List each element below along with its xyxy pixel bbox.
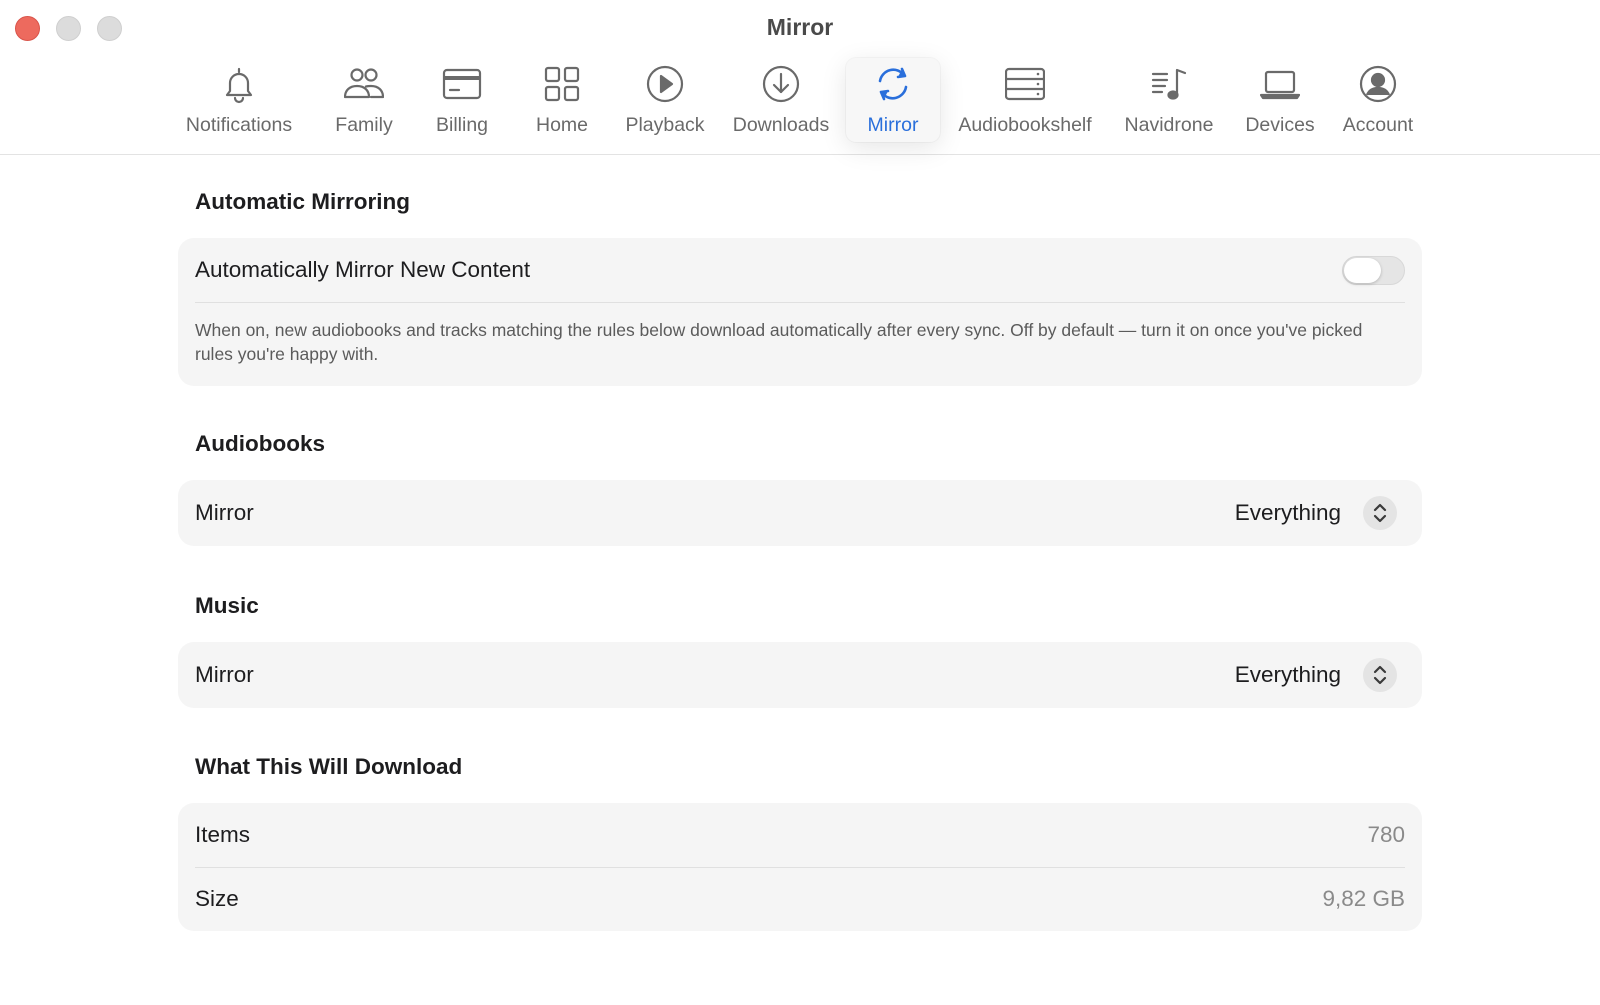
creditcard-icon — [442, 64, 482, 104]
tab-notifications[interactable]: Notifications — [180, 58, 298, 142]
automatic-mirroring-group: Automatically Mirror New Content When on… — [178, 238, 1422, 386]
music-list-icon — [1149, 64, 1189, 104]
server-rack-icon — [1005, 64, 1045, 104]
audiobooks-mirror-value: Everything — [1234, 500, 1341, 525]
tab-account[interactable]: Account — [1336, 58, 1420, 142]
tab-navidrone[interactable]: Navidrone — [1120, 58, 1218, 142]
tab-label: Account — [1342, 114, 1414, 136]
tab-label: Billing — [435, 114, 489, 136]
title-bar: Mirror Notifications Family Billing Home… — [0, 0, 1600, 155]
music-group: Mirror Everything — [178, 642, 1422, 708]
divider — [195, 302, 1405, 303]
audiobooks-mirror-popup[interactable]: Everything — [1235, 496, 1405, 530]
music-mirror-row: Mirror Everything — [195, 642, 1405, 708]
sync-arrows-icon — [873, 64, 913, 104]
person-circle-icon — [1358, 64, 1398, 104]
bell-icon — [219, 64, 259, 104]
tab-downloads[interactable]: Downloads — [728, 58, 834, 142]
auto-mirror-description: When on, new audiobooks and tracks match… — [195, 320, 1363, 364]
tab-playback[interactable]: Playback — [620, 58, 710, 142]
people-icon — [344, 64, 384, 104]
tab-mirror[interactable]: Mirror — [846, 58, 940, 142]
music-mirror-value: Everything — [1234, 662, 1341, 687]
audiobooks-mirror-row: Mirror Everything — [195, 480, 1405, 546]
size-label: Size — [195, 886, 239, 911]
tab-audiobookshelf[interactable]: Audiobookshelf — [952, 58, 1098, 142]
size-row: Size 9,82 GB — [195, 867, 1405, 931]
items-value: 780 — [1367, 822, 1405, 847]
audiobooks-group: Mirror Everything — [178, 480, 1422, 546]
grid-icon — [542, 64, 582, 104]
tab-label: Home — [535, 114, 589, 136]
section-title-what-this-will-download: What This Will Download — [195, 754, 463, 779]
auto-mirror-label: Automatically Mirror New Content — [195, 257, 531, 282]
tab-devices[interactable]: Devices — [1240, 58, 1320, 142]
tab-label: Downloads — [732, 114, 830, 136]
tab-label: Navidrone — [1124, 114, 1214, 136]
tab-label: Audiobookshelf — [958, 114, 1092, 136]
download-circle-icon — [761, 64, 801, 104]
section-title-automatic-mirroring: Automatic Mirroring — [195, 189, 411, 214]
tab-label: Playback — [625, 114, 705, 136]
music-mirror-label: Mirror — [195, 662, 254, 687]
settings-content: Automatic Mirroring Automatically Mirror… — [0, 156, 1600, 1005]
toggle-knob — [1344, 257, 1381, 283]
window-title: Mirror — [766, 14, 834, 40]
chevron-up-down-icon[interactable] — [1363, 496, 1397, 530]
section-title-audiobooks: Audiobooks — [195, 431, 325, 456]
settings-window: Mirror Notifications Family Billing Home… — [0, 0, 1600, 1005]
play-circle-icon — [645, 64, 685, 104]
auto-mirror-row: Automatically Mirror New Content — [195, 238, 1405, 302]
tab-home[interactable]: Home — [524, 58, 600, 142]
tab-billing[interactable]: Billing — [424, 58, 500, 142]
preferences-toolbar: Notifications Family Billing Home Playba… — [0, 58, 1600, 142]
audiobooks-mirror-label: Mirror — [195, 500, 254, 525]
section-title-music: Music — [195, 593, 259, 618]
laptop-icon — [1260, 64, 1300, 104]
items-label: Items — [195, 822, 251, 847]
tab-label: Devices — [1245, 114, 1315, 136]
items-row: Items 780 — [195, 803, 1405, 867]
size-value: 9,82 GB — [1322, 886, 1405, 911]
tab-label: Notifications — [185, 114, 293, 136]
music-mirror-popup[interactable]: Everything — [1235, 658, 1405, 692]
tab-family[interactable]: Family — [326, 58, 402, 142]
chevron-up-down-icon[interactable] — [1363, 658, 1397, 692]
download-summary-group: Items 780 Size 9,82 GB — [178, 803, 1422, 931]
tab-label: Mirror — [867, 114, 919, 136]
auto-mirror-toggle[interactable] — [1342, 255, 1405, 285]
tab-label: Family — [335, 114, 393, 136]
